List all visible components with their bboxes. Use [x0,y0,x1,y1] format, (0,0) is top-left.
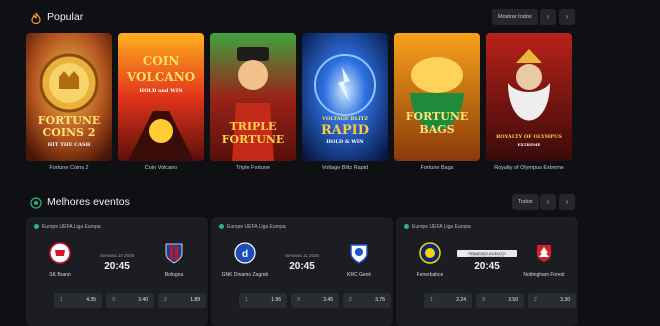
odd-home-button[interactable]: 1 2.24 [424,293,472,308]
game-name: Coin Volcano [144,165,178,171]
krc-genk-crest-icon [350,244,368,264]
bologna-crest-icon [165,243,183,264]
league-label: Europe UEFA Liga Europa [404,224,471,230]
popular-next-button[interactable]: › [559,9,575,25]
events-row: Europe UEFA Liga Europa SK Brann Semana … [26,217,638,326]
odd-draw-button[interactable]: X 3.50 [476,293,524,308]
popular-title: Popular [47,11,84,23]
popular-prev-button[interactable]: ‹ [540,9,556,25]
odd-away-button[interactable]: 2 1.89 [158,293,206,308]
chevron-left-icon: ‹ [546,197,550,206]
home-team-name: SK Brann [49,272,71,278]
game-thumbnail[interactable]: FORTUNE BAGS [394,33,480,161]
game-name: Voltage Blitz Rapid [321,165,369,171]
popular-games-row: FORTUNE COINS 2 HIT THE CASH Fortune Coi… [26,33,638,171]
home-team-name: Fenerbahce [416,272,444,278]
show-all-button[interactable]: Mostrar todos [492,9,538,25]
game-card[interactable]: TRIPLE FORTUNE Triple Fortune [210,33,296,171]
popular-section-header: Popular Mostrar todos ‹ › [0,6,660,30]
game-card[interactable]: ROYALTY OF OLYMPUS EXTREME Royalty of Ol… [486,33,572,171]
game-thumbnail[interactable]: ROYALTY OF OLYMPUS EXTREME [486,33,572,161]
game-name: Royalty of Olympus Extreme [494,165,564,171]
away-team-name: Bologna [164,272,184,278]
event-card[interactable]: Europe UEFA Liga Europa d GNK Dinamo Zag… [211,217,393,326]
game-thumbnail[interactable]: VOLTAGE BLITZ RAPID HOLD & WIN [302,33,388,161]
chevron-right-icon: › [565,197,569,206]
chevron-right-icon: › [565,12,569,21]
nottingham-forest-crest-icon [537,245,551,262]
league-flag-icon [219,224,224,229]
game-thumbnail[interactable]: COIN VOLCANO HOLD and WIN [118,33,204,161]
odd-draw-button[interactable]: X 3.40 [106,293,154,308]
game-card[interactable]: FORTUNE COINS 2 HIT THE CASH Fortune Coi… [26,33,112,171]
flame-icon [31,12,41,24]
game-name: Fortune Bags [420,165,454,171]
game-thumbnail[interactable]: TRIPLE FORTUNE [210,33,296,161]
home-team-name: GNK Dinamo Zagreb [221,272,269,278]
game-name: Fortune Coins 2 [49,165,89,171]
events-prev-button[interactable]: ‹ [540,194,556,210]
events-title: Melhores eventos [47,196,130,208]
odd-home-button[interactable]: 1 4.35 [54,293,102,308]
league-label: Europe UEFA Liga Europa [34,224,101,230]
league-label: Europe UEFA Liga Europa [219,224,286,230]
odd-away-button[interactable]: 2 3.30 [528,293,576,308]
league-flag-icon [404,224,409,229]
all-events-button[interactable]: Todos [512,194,539,210]
chevron-left-icon: ‹ [546,12,550,21]
away-team-name: KRC Genk [347,272,371,278]
game-thumbnail[interactable]: FORTUNE COINS 2 HIT THE CASH [26,33,112,161]
events-next-button[interactable]: › [559,194,575,210]
game-name: Triple Fortune [235,165,271,171]
game-card[interactable]: FORTUNE BAGS Fortune Bags [394,33,480,171]
soccer-ball-icon [30,197,42,209]
events-section-header: Melhores eventos Todos ‹ › [0,191,660,215]
league-flag-icon [34,224,39,229]
event-card[interactable]: Europe UEFA Liga Europa PRIMEIRO EVENTO … [396,217,578,326]
odd-home-button[interactable]: 1 1.96 [239,293,287,308]
game-card[interactable]: COIN VOLCANO HOLD and WIN Coin Volcano [118,33,204,171]
away-team-name: Nottingham Forest [523,272,565,278]
game-card[interactable]: VOLTAGE BLITZ RAPID HOLD & WIN Voltage B… [302,33,388,171]
odd-away-button[interactable]: 2 3.75 [343,293,391,308]
odd-draw-button[interactable]: X 3.45 [291,293,339,308]
event-card[interactable]: Europe UEFA Liga Europa SK Brann Semana … [26,217,208,326]
